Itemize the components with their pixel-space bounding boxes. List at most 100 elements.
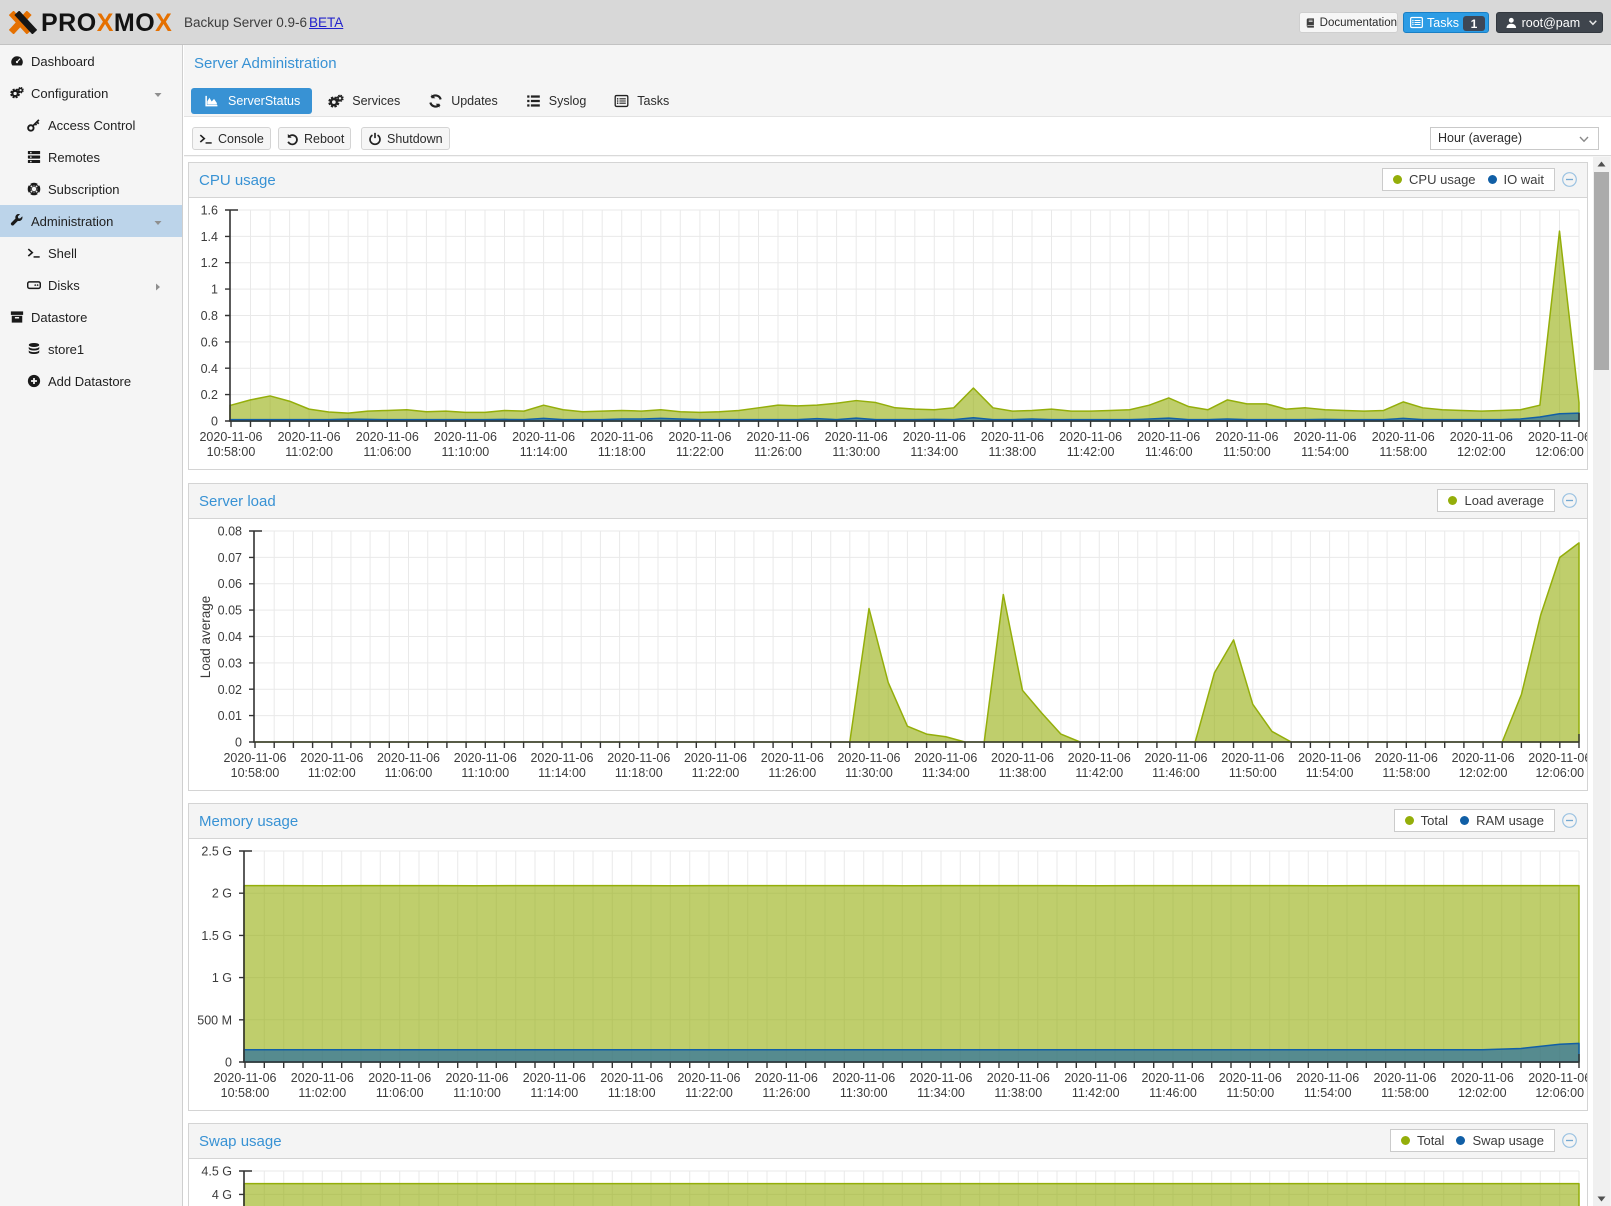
svg-text:11:10:00: 11:10:00 bbox=[442, 445, 490, 459]
svg-text:2020-11-06: 2020-11-06 bbox=[278, 430, 341, 444]
svg-text:2020-11-06: 2020-11-06 bbox=[991, 751, 1054, 765]
svg-text:2020-11-06: 2020-11-06 bbox=[987, 1071, 1050, 1085]
svg-text:2020-11-06: 2020-11-06 bbox=[1528, 430, 1587, 444]
svg-text:2020-11-06: 2020-11-06 bbox=[761, 751, 824, 765]
svg-text:2020-11-06: 2020-11-06 bbox=[914, 751, 977, 765]
svg-text:11:38:00: 11:38:00 bbox=[989, 445, 1037, 459]
svg-text:0.8: 0.8 bbox=[201, 309, 218, 323]
svg-text:11:02:00: 11:02:00 bbox=[285, 445, 333, 459]
svg-text:11:10:00: 11:10:00 bbox=[453, 1086, 501, 1100]
svg-text:11:54:00: 11:54:00 bbox=[1304, 1086, 1352, 1100]
svg-text:1: 1 bbox=[211, 283, 218, 297]
svg-text:2020-11-06: 2020-11-06 bbox=[377, 751, 440, 765]
svg-text:0.03: 0.03 bbox=[218, 656, 242, 670]
svg-text:0.02: 0.02 bbox=[218, 683, 242, 697]
svg-text:11:34:00: 11:34:00 bbox=[910, 445, 958, 459]
svg-text:1.4: 1.4 bbox=[201, 230, 218, 244]
svg-text:2020-11-06: 2020-11-06 bbox=[1372, 430, 1435, 444]
svg-text:0.04: 0.04 bbox=[218, 630, 242, 644]
svg-text:11:54:00: 11:54:00 bbox=[1301, 445, 1349, 459]
svg-text:2020-11-06: 2020-11-06 bbox=[1059, 430, 1122, 444]
svg-text:0.07: 0.07 bbox=[218, 551, 242, 565]
svg-text:0: 0 bbox=[211, 415, 218, 429]
svg-text:4.5 G: 4.5 G bbox=[201, 1165, 232, 1179]
svg-text:11:10:00: 11:10:00 bbox=[461, 766, 509, 780]
svg-text:2020-11-06: 2020-11-06 bbox=[837, 751, 900, 765]
svg-text:2.5 G: 2.5 G bbox=[201, 845, 232, 859]
svg-text:2020-11-06: 2020-11-06 bbox=[199, 430, 262, 444]
svg-text:2020-11-06: 2020-11-06 bbox=[1144, 751, 1207, 765]
svg-text:11:38:00: 11:38:00 bbox=[994, 1086, 1042, 1100]
svg-text:12:06:00: 12:06:00 bbox=[1535, 1086, 1584, 1100]
svg-text:10:58:00: 10:58:00 bbox=[231, 766, 280, 780]
svg-text:2020-11-06: 2020-11-06 bbox=[590, 430, 653, 444]
svg-text:11:14:00: 11:14:00 bbox=[530, 1086, 578, 1100]
svg-text:2020-11-06: 2020-11-06 bbox=[1293, 430, 1356, 444]
svg-text:0.2: 0.2 bbox=[201, 388, 218, 402]
svg-text:2020-11-06: 2020-11-06 bbox=[825, 430, 888, 444]
svg-text:2020-11-06: 2020-11-06 bbox=[213, 1071, 276, 1085]
svg-text:2020-11-06: 2020-11-06 bbox=[1137, 430, 1200, 444]
svg-text:11:06:00: 11:06:00 bbox=[363, 445, 411, 459]
svg-text:10:58:00: 10:58:00 bbox=[221, 1086, 270, 1100]
svg-text:11:54:00: 11:54:00 bbox=[1306, 766, 1354, 780]
svg-text:2020-11-06: 2020-11-06 bbox=[668, 430, 731, 444]
svg-text:0: 0 bbox=[235, 736, 242, 750]
svg-text:11:22:00: 11:22:00 bbox=[692, 766, 740, 780]
svg-text:1.5 G: 1.5 G bbox=[201, 929, 232, 943]
svg-text:2020-11-06: 2020-11-06 bbox=[1296, 1071, 1359, 1085]
svg-text:1.2: 1.2 bbox=[201, 256, 218, 270]
svg-text:11:14:00: 11:14:00 bbox=[538, 766, 586, 780]
svg-text:12:02:00: 12:02:00 bbox=[1459, 766, 1508, 780]
svg-text:Load average: Load average bbox=[198, 596, 213, 679]
svg-text:2020-11-06: 2020-11-06 bbox=[1450, 430, 1513, 444]
svg-text:11:06:00: 11:06:00 bbox=[376, 1086, 424, 1100]
svg-text:2020-11-06: 2020-11-06 bbox=[1528, 1071, 1587, 1085]
svg-text:0: 0 bbox=[225, 1056, 232, 1070]
svg-text:2020-11-06: 2020-11-06 bbox=[1375, 751, 1438, 765]
svg-text:2020-11-06: 2020-11-06 bbox=[1221, 751, 1284, 765]
svg-text:2020-11-06: 2020-11-06 bbox=[512, 430, 575, 444]
svg-text:11:18:00: 11:18:00 bbox=[598, 445, 646, 459]
svg-text:2020-11-06: 2020-11-06 bbox=[300, 751, 363, 765]
svg-text:10:58:00: 10:58:00 bbox=[207, 445, 256, 459]
svg-text:11:18:00: 11:18:00 bbox=[608, 1086, 656, 1100]
svg-text:11:34:00: 11:34:00 bbox=[917, 1086, 965, 1100]
svg-text:2020-11-06: 2020-11-06 bbox=[530, 751, 593, 765]
svg-text:11:58:00: 11:58:00 bbox=[1379, 445, 1427, 459]
svg-text:11:58:00: 11:58:00 bbox=[1382, 766, 1430, 780]
svg-text:2020-11-06: 2020-11-06 bbox=[903, 430, 966, 444]
svg-text:0.01: 0.01 bbox=[218, 709, 242, 723]
svg-text:11:50:00: 11:50:00 bbox=[1226, 1086, 1274, 1100]
svg-text:2020-11-06: 2020-11-06 bbox=[434, 430, 497, 444]
svg-text:11:58:00: 11:58:00 bbox=[1381, 1086, 1429, 1100]
svg-text:0.06: 0.06 bbox=[218, 577, 242, 591]
svg-text:2020-11-06: 2020-11-06 bbox=[832, 1071, 895, 1085]
svg-text:2020-11-06: 2020-11-06 bbox=[1528, 751, 1587, 765]
svg-text:1 G: 1 G bbox=[212, 971, 232, 985]
svg-text:2020-11-06: 2020-11-06 bbox=[677, 1071, 740, 1085]
svg-text:2020-11-06: 2020-11-06 bbox=[291, 1071, 354, 1085]
svg-text:11:50:00: 11:50:00 bbox=[1229, 766, 1277, 780]
svg-text:2020-11-06: 2020-11-06 bbox=[981, 430, 1044, 444]
svg-text:11:22:00: 11:22:00 bbox=[685, 1086, 733, 1100]
svg-text:2020-11-06: 2020-11-06 bbox=[607, 751, 670, 765]
svg-text:11:42:00: 11:42:00 bbox=[1067, 445, 1115, 459]
svg-text:0.4: 0.4 bbox=[201, 362, 218, 376]
svg-text:12:06:00: 12:06:00 bbox=[1535, 766, 1584, 780]
svg-text:11:30:00: 11:30:00 bbox=[840, 1086, 888, 1100]
svg-text:2020-11-06: 2020-11-06 bbox=[909, 1071, 972, 1085]
svg-text:12:06:00: 12:06:00 bbox=[1535, 445, 1584, 459]
svg-text:0.08: 0.08 bbox=[218, 525, 242, 539]
svg-text:2020-11-06: 2020-11-06 bbox=[368, 1071, 431, 1085]
svg-text:11:02:00: 11:02:00 bbox=[298, 1086, 346, 1100]
svg-text:2020-11-06: 2020-11-06 bbox=[454, 751, 517, 765]
svg-text:11:30:00: 11:30:00 bbox=[845, 766, 893, 780]
svg-text:2020-11-06: 2020-11-06 bbox=[1215, 430, 1278, 444]
svg-text:11:34:00: 11:34:00 bbox=[922, 766, 970, 780]
svg-text:2020-11-06: 2020-11-06 bbox=[1451, 1071, 1514, 1085]
svg-text:11:14:00: 11:14:00 bbox=[520, 445, 568, 459]
svg-text:1.6: 1.6 bbox=[201, 204, 218, 218]
svg-text:0.05: 0.05 bbox=[218, 604, 242, 618]
svg-text:4 G: 4 G bbox=[212, 1188, 232, 1202]
